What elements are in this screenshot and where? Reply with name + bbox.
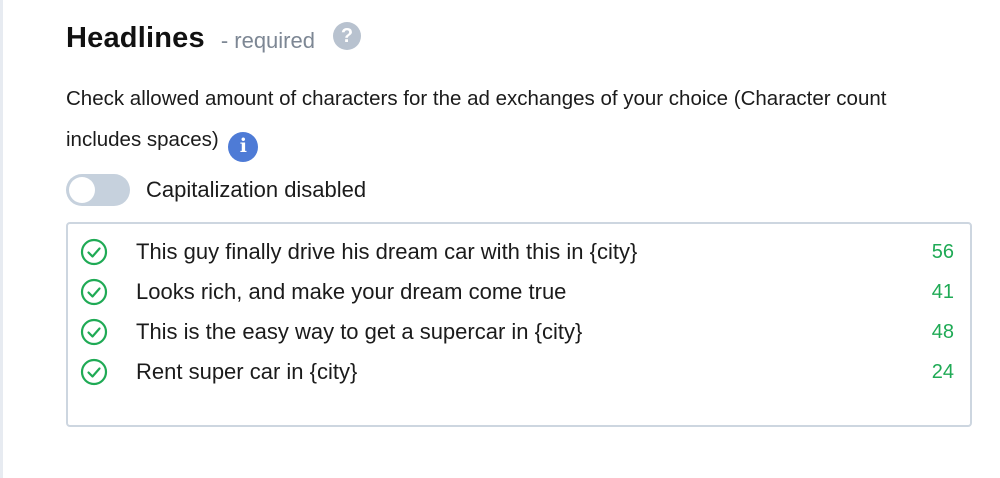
left-divider	[0, 0, 3, 478]
headline-row: Rent super car in {city} 24	[68, 352, 970, 392]
capitalization-toggle[interactable]	[66, 174, 130, 206]
toggle-knob	[69, 177, 95, 203]
headlines-section: Headlines - required ? Check allowed amo…	[66, 0, 976, 478]
info-circle-icon[interactable]: i	[228, 131, 259, 162]
section-header: Headlines - required ?	[66, 20, 361, 56]
headline-text: This guy finally drive his dream car wit…	[136, 239, 638, 264]
character-count: 48	[931, 320, 954, 343]
character-count: 24	[931, 360, 954, 383]
headline-row: This is the easy way to get a supercar i…	[68, 312, 970, 352]
headline-text: This is the easy way to get a supercar i…	[136, 319, 583, 344]
headline-row: This guy finally drive his dream car wit…	[68, 232, 970, 272]
section-title: Headlines	[66, 21, 205, 54]
headline-text: Looks rich, and make your dream come tru…	[136, 279, 567, 304]
required-label: - required	[220, 28, 315, 53]
check-circle-icon	[80, 358, 108, 386]
headline-text: Rent super car in {city}	[136, 359, 358, 384]
check-circle-icon	[80, 318, 108, 346]
check-circle-icon	[80, 278, 108, 306]
headline-row: Looks rich, and make your dream come tru…	[68, 272, 970, 312]
headline-list[interactable]: This guy finally drive his dream car wit…	[66, 222, 972, 427]
question-circle-icon[interactable]: ?	[332, 22, 361, 50]
capitalization-toggle-row: Capitalization disabled	[66, 174, 366, 206]
capitalization-label: Capitalization disabled	[146, 177, 367, 202]
character-count: 56	[931, 240, 954, 263]
description-text: Check allowed amount of characters for t…	[66, 78, 966, 162]
character-count: 41	[931, 280, 954, 303]
check-circle-icon	[80, 238, 108, 266]
description-label: Check allowed amount of characters for t…	[66, 87, 887, 151]
